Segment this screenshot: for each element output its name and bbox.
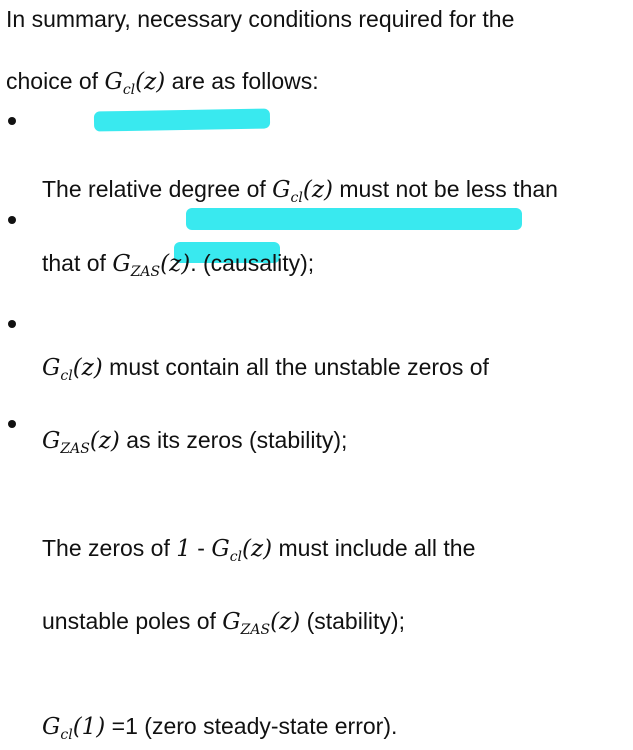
intro-line-2: choice of Gcl(z) are as follows:	[6, 68, 319, 98]
math-gzas-z: GZAS(z)	[222, 609, 301, 638]
math-gcl-z: Gcl(z)	[272, 177, 333, 206]
math-gcl-z: Gcl(z)	[42, 355, 103, 384]
math-gzas-z: GZAS(z)	[42, 428, 120, 457]
math-gcl-z: Gcl(z)	[104, 69, 166, 98]
bullet-dot-2	[8, 216, 16, 224]
bullet-2-line-1: Gcl(z) must contain all the unstable zer…	[42, 354, 489, 384]
bullet-1-line-1: The relative degree of Gcl(z) must not b…	[42, 176, 558, 206]
bullet-dot-4	[8, 420, 16, 428]
bullet-dot-1	[8, 117, 16, 125]
intro-line-1: In summary, necessary conditions require…	[6, 4, 633, 34]
bullet-4-line-1: Gcl(1) =1 (zero steady-state error).	[42, 713, 398, 743]
highlighted-relative-degree: relative degree	[88, 176, 247, 202]
document-page: In summary, necessary conditions require…	[0, 0, 633, 743]
bullet-3-line-2: unstable poles of GZAS(z) (stability);	[42, 608, 405, 638]
intro-text-1: In summary, necessary conditions require…	[6, 6, 515, 32]
highlighted-unstable-zeros: contain all the unstable zeros	[165, 354, 464, 380]
bullet-1-line-2: that of GZAS(z). (causality);	[42, 250, 315, 280]
highlighted-its-zeros: its zeros (	[156, 427, 257, 453]
bullet-3-line-1: The zeros of 1 - Gcl(z) must include all…	[42, 535, 476, 565]
math-gcl-1: Gcl(1)	[42, 714, 106, 743]
bullet-2-line-2: GZAS(z) as its zeros (stability);	[42, 427, 348, 457]
bullet-dot-3	[8, 320, 16, 328]
math-gcl-z: Gcl(z)	[211, 536, 273, 565]
math-gzas-z: GZAS(z)	[112, 251, 191, 280]
highlight-relative-degree	[93, 108, 271, 132]
